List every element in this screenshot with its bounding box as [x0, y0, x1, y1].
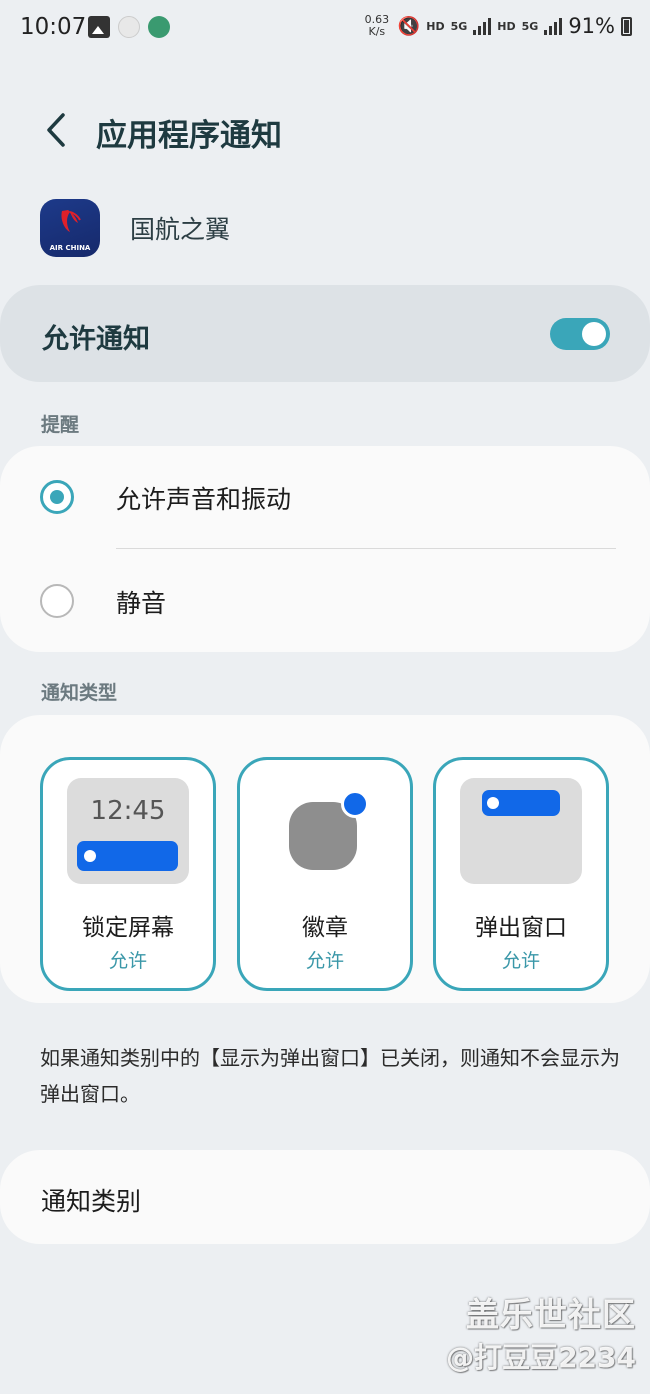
allow-notifications-label: 允许通知	[42, 324, 150, 355]
tile-lock-screen[interactable]: 12:45 锁定屏幕 允许	[40, 757, 216, 991]
alerts-section-label: 提醒	[41, 414, 80, 436]
hd-badge: HD	[426, 19, 445, 33]
popup-info-text: 如果通知类别中的【显示为弹出窗口】已关闭，则通知不会显示为弹出窗口。	[40, 1046, 620, 1106]
badge-dot-icon	[341, 790, 369, 818]
notification-bar	[77, 841, 178, 871]
phoenix-logo-icon	[61, 210, 81, 232]
popup-preview	[460, 778, 582, 884]
watermark-community: 盖乐世社区	[466, 1295, 636, 1334]
notification-types-card: 12:45 锁定屏幕 允许 徽章 允许 弹出窗口 允许	[0, 715, 650, 1003]
header: 应用程序通知	[0, 100, 650, 160]
notification-dot	[487, 797, 499, 809]
radio-button-selected[interactable]	[40, 480, 74, 514]
tile-status: 允许	[501, 950, 540, 972]
radio-label: 允许声音和振动	[116, 485, 292, 514]
tile-status: 允许	[305, 950, 344, 972]
radio-option-silent[interactable]: 静音	[0, 550, 650, 650]
allow-notifications-row[interactable]: 允许通知	[0, 285, 650, 382]
mute-icon: 🔇	[397, 15, 421, 37]
hd-badge: HD	[497, 19, 516, 33]
gallery-icon	[88, 16, 110, 38]
page-title: 应用程序通知	[96, 118, 282, 154]
status-bar: 10:07 0.63 K/s 🔇 HD 5G HD 5G 91%	[0, 0, 650, 58]
watermark-user: @打豆豆2234	[446, 1341, 636, 1374]
chevron-left-icon	[47, 113, 65, 147]
alerts-card: 允许声音和振动 静音	[0, 446, 650, 652]
notification-bar	[482, 790, 560, 816]
radio-button[interactable]	[40, 584, 74, 618]
battery-icon	[621, 16, 632, 36]
tile-name: 弹出窗口	[475, 915, 567, 941]
tile-popup[interactable]: 弹出窗口 允许	[433, 757, 609, 991]
back-button[interactable]	[36, 108, 76, 152]
status-right: 0.63 K/s 🔇 HD 5G HD 5G 91%	[362, 14, 632, 38]
notification-categories-row[interactable]: 通知类别	[0, 1150, 650, 1244]
signal-icon	[544, 17, 563, 35]
allow-notifications-toggle[interactable]	[550, 318, 610, 350]
network-speed-unit: K/s	[368, 25, 386, 38]
tile-name: 徽章	[302, 915, 348, 941]
app-icon-brand: AIR CHINA	[49, 244, 91, 252]
lock-screen-preview: 12:45	[67, 778, 189, 884]
notification-categories-label: 通知类别	[41, 1187, 142, 1216]
avatar-icon	[148, 16, 170, 38]
tile-badge[interactable]: 徽章 允许	[237, 757, 413, 991]
app-notification-icon	[118, 16, 140, 38]
divider	[116, 548, 616, 549]
signal-icon	[473, 17, 492, 35]
status-time: 10:07	[20, 14, 87, 40]
battery-percent: 91%	[568, 14, 615, 38]
tile-status: 允许	[108, 950, 147, 972]
app-info-row: AIR CHINA 国航之翼	[40, 198, 230, 258]
status-notification-icons	[88, 16, 170, 38]
app-name: 国航之翼	[130, 215, 231, 244]
air-china-app-icon: AIR CHINA	[40, 199, 100, 257]
notification-types-section-label: 通知类型	[41, 682, 118, 704]
radio-label: 静音	[116, 589, 167, 618]
notification-dot	[84, 850, 96, 862]
toggle-knob	[582, 322, 606, 346]
tile-name: 锁定屏幕	[82, 915, 174, 941]
lock-screen-time: 12:45	[90, 796, 166, 826]
network-speed: 0.63 K/s	[362, 14, 392, 38]
5g-badge: 5G	[450, 19, 468, 33]
radio-option-sound-vibrate[interactable]: 允许声音和振动	[0, 446, 650, 546]
5g-badge: 5G	[521, 19, 539, 33]
